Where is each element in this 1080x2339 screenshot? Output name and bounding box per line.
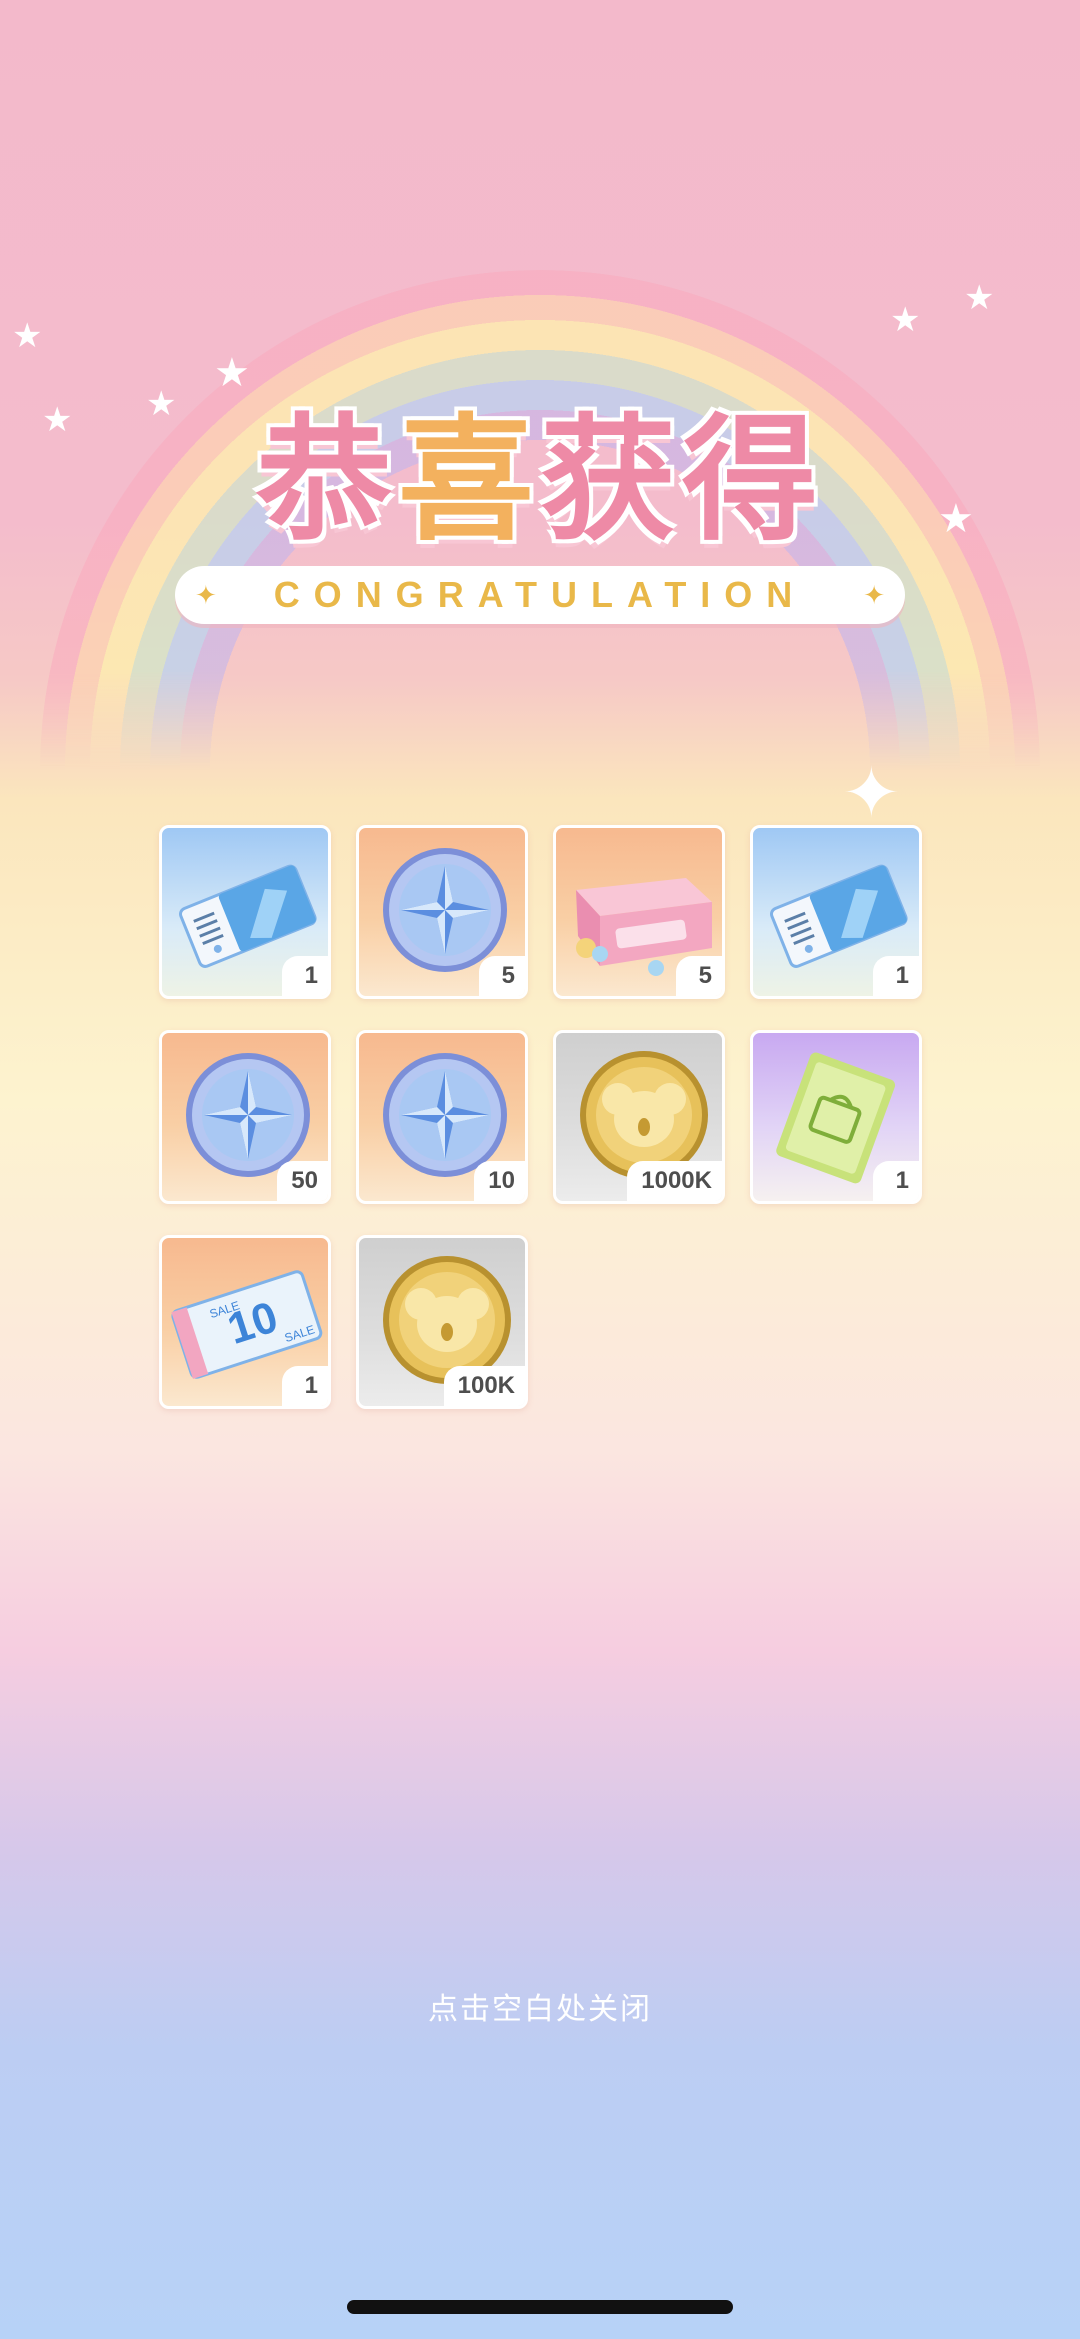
close-hint-text[interactable]: 点击空白处关闭 — [0, 1984, 1080, 2028]
reward-item[interactable]: 1 — [750, 825, 922, 999]
reward-item[interactable]: 10 SALE SALE 1 — [159, 1235, 331, 1409]
star-icon: ★ — [890, 301, 921, 339]
reward-quantity: 1 — [873, 956, 919, 996]
reward-quantity: 1000K — [627, 1161, 722, 1201]
title-char: 恭 — [256, 402, 398, 560]
reward-item[interactable]: 1000K — [553, 1030, 725, 1204]
sparkle-icon: ✦ — [863, 580, 885, 610]
banner-text: CONGRATULATION — [273, 574, 807, 615]
title-char: 获 — [540, 402, 682, 560]
reward-quantity: 5 — [676, 956, 722, 996]
reward-quantity: 1 — [873, 1161, 919, 1201]
reward-item[interactable]: 1 — [159, 825, 331, 999]
reward-item[interactable]: 5 — [553, 825, 725, 999]
reward-item[interactable]: 50 — [159, 1030, 331, 1204]
reward-quantity: 100K — [443, 1366, 525, 1406]
reward-quantity: 50 — [277, 1161, 328, 1201]
sparkle-icon: ✦ — [195, 580, 217, 610]
congratulation-banner: ✦ CONGRATULATION ✦ — [175, 566, 905, 624]
reward-item[interactable]: 100K — [356, 1235, 528, 1409]
sparkle-icon: ✦ — [842, 754, 901, 832]
reward-quantity: 10 — [474, 1161, 525, 1201]
reward-quantity: 1 — [282, 1366, 328, 1406]
star-icon: ★ — [12, 317, 43, 355]
reward-quantity: 1 — [282, 956, 328, 996]
reward-item[interactable]: 10 — [356, 1030, 528, 1204]
reward-item[interactable]: 5 — [356, 825, 528, 999]
home-indicator[interactable] — [347, 2300, 733, 2314]
title-char: 得 — [682, 402, 824, 560]
page-title: 恭喜获得 — [0, 370, 1080, 567]
reward-item[interactable]: 1 — [750, 1030, 922, 1204]
title-char: 喜 — [398, 402, 540, 560]
star-icon: ★ — [964, 279, 995, 317]
reward-quantity: 5 — [479, 956, 525, 996]
